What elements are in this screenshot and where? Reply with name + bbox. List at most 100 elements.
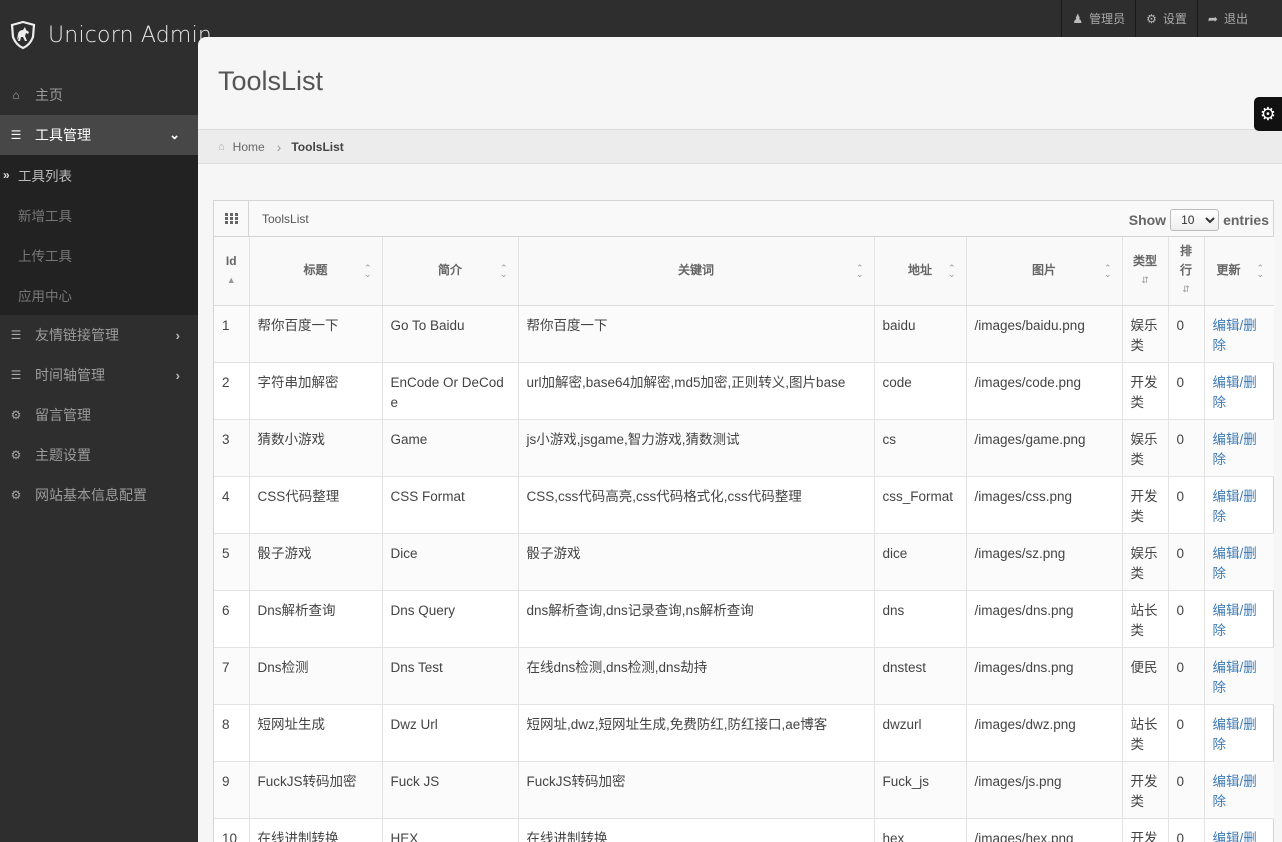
cell-desc: Game	[381, 419, 518, 477]
list-icon: ☰	[10, 128, 22, 142]
column-header-id[interactable]: Id ▲	[214, 237, 249, 306]
edit-delete-link[interactable]: 编辑/删除	[1213, 375, 1257, 410]
cell-rank: 0	[1167, 419, 1204, 477]
page-title: ToolsList	[218, 66, 324, 96]
edit-delete-link[interactable]: 编辑/删除	[1213, 546, 1257, 581]
submenu-item-label: 工具列表	[18, 169, 72, 184]
cell-title: Dns解析查询	[248, 590, 382, 648]
cell-image: /images/css.png	[965, 476, 1122, 534]
list-icon: ☰	[10, 368, 22, 382]
cell-id: 2	[214, 362, 249, 420]
entries-select[interactable]: 10	[1170, 209, 1220, 231]
column-header-update[interactable]: 更新 ⌃ ⌄	[1203, 237, 1274, 306]
edit-delete-link[interactable]: 编辑/删除	[1213, 717, 1257, 752]
submenu-item-app-center[interactable]: 应用中心	[0, 275, 198, 315]
cell-action: 编辑/删除	[1203, 647, 1274, 705]
sidebar-item-theme[interactable]: ⚙ 主题设置	[0, 435, 198, 475]
unicorn-shield-icon	[10, 20, 36, 50]
column-header-image[interactable]: 图片 ⌃ ⌄	[965, 237, 1122, 306]
cell-id: 7	[214, 647, 249, 705]
edit-delete-link[interactable]: 编辑/删除	[1213, 432, 1257, 467]
cell-id: 9	[214, 761, 249, 819]
sidebar-item-tools[interactable]: ☰ 工具管理 ⌄	[0, 115, 198, 155]
cell-addr: dns	[873, 590, 966, 648]
main-content: ToolsList ⚙ ⌂ Home › ToolsList ToolsList	[198, 37, 1282, 842]
cell-rank: 0	[1167, 305, 1204, 363]
cell-rank: 0	[1167, 761, 1204, 819]
cell-type: 便民	[1121, 647, 1168, 705]
submenu-item-add-tool[interactable]: 新增工具	[0, 195, 198, 235]
edit-delete-link[interactable]: 编辑/删除	[1213, 318, 1257, 353]
sidebar-item-messages[interactable]: ⚙ 留言管理	[0, 395, 198, 435]
sidebar-item-home[interactable]: ⌂ 主页	[0, 75, 198, 115]
cell-keywords: 骰子游戏	[517, 533, 874, 591]
submenu-item-label: 上传工具	[18, 249, 72, 264]
cell-rank: 0	[1167, 647, 1204, 705]
sort-icon: ⇵	[1141, 274, 1149, 285]
cell-id: 4	[214, 476, 249, 534]
nav-logout[interactable]: ➦ 退出	[1198, 0, 1282, 37]
column-header-rank[interactable]: 排行 ⇵	[1167, 237, 1204, 306]
cell-title: CSS代码整理	[248, 476, 382, 534]
nav-settings[interactable]: ⚙ 设置	[1136, 0, 1198, 37]
sort-icon: ⌃ ⌄	[1103, 262, 1112, 279]
cell-type: 娱乐类	[1121, 419, 1168, 477]
nav-logout-label: 退出	[1223, 12, 1248, 26]
cell-desc: HEX	[381, 818, 518, 842]
column-header-desc[interactable]: 简介 ⌃ ⌄	[381, 237, 518, 306]
cell-title: 帮你百度一下	[248, 305, 382, 363]
cell-desc: Dwz Url	[381, 704, 518, 762]
top-bar: Unicorn Admin ♟ 管理员 ⚙ 设置 ➦ 退出	[0, 0, 1282, 50]
cell-image: /images/dns.png	[965, 590, 1122, 648]
cell-action: 编辑/删除	[1203, 419, 1274, 477]
edit-delete-link[interactable]: 编辑/删除	[1213, 831, 1257, 842]
cell-image: /images/js.png	[965, 761, 1122, 819]
edit-delete-link[interactable]: 编辑/删除	[1213, 774, 1257, 809]
breadcrumb-home[interactable]: Home	[233, 140, 265, 154]
sort-icon: ⌃ ⌄	[947, 262, 956, 279]
cell-addr: dwzurl	[873, 704, 966, 762]
cell-addr: cs	[873, 419, 966, 477]
cell-type: 开发类	[1121, 476, 1168, 534]
entries-label: entries	[1223, 212, 1269, 228]
submenu-item-upload-tool[interactable]: 上传工具	[0, 235, 198, 275]
sidebar-item-site-config[interactable]: ⚙ 网站基本信息配置	[0, 475, 198, 515]
edit-delete-link[interactable]: 编辑/删除	[1213, 660, 1257, 695]
cell-type: 娱乐类	[1121, 305, 1168, 363]
cell-addr: hex	[873, 818, 966, 842]
style-switcher-button[interactable]: ⚙	[1254, 97, 1282, 131]
column-header-keywords[interactable]: 关键词 ⌃ ⌄	[517, 237, 874, 306]
sort-icon: ⇵	[1182, 284, 1190, 295]
brand[interactable]: Unicorn Admin	[8, 20, 212, 50]
column-header-title[interactable]: 标题 ⌃ ⌄	[248, 237, 382, 306]
sidebar-item-timeline[interactable]: ☰ 时间轴管理 ›	[0, 355, 198, 395]
cell-keywords: 在线进制转换	[517, 818, 874, 842]
edit-delete-link[interactable]: 编辑/删除	[1213, 603, 1257, 638]
cell-rank: 0	[1167, 590, 1204, 648]
chevron-right-icon: ›	[175, 327, 180, 343]
cell-addr: Fuck_js	[873, 761, 966, 819]
submenu-item-tool-list[interactable]: » 工具列表	[0, 155, 198, 195]
cell-action: 编辑/删除	[1203, 305, 1274, 363]
edit-delete-link[interactable]: 编辑/删除	[1213, 489, 1257, 524]
nav-admin[interactable]: ♟ 管理员	[1062, 0, 1137, 37]
column-header-addr[interactable]: 地址 ⌃ ⌄	[873, 237, 966, 306]
cell-desc: Dns Test	[381, 647, 518, 705]
column-label: 关键词	[677, 263, 714, 278]
cell-addr: baidu	[873, 305, 966, 363]
cell-action: 编辑/删除	[1203, 761, 1274, 819]
cell-type: 站长类	[1121, 704, 1168, 762]
cell-addr: dice	[873, 533, 966, 591]
sidebar-item-label: 友情链接管理	[35, 327, 119, 343]
widget-title-text: ToolsList	[262, 211, 309, 226]
cell-keywords: 帮你百度一下	[517, 305, 874, 363]
column-header-type[interactable]: 类型 ⇵	[1121, 237, 1168, 306]
cell-type: 站长类	[1121, 590, 1168, 648]
sort-icon: ⌃ ⌄	[1256, 262, 1264, 279]
table-row: 7 Dns检测 Dns Test 在线dns检测,dns检测,dns劫持 dnstest…	[214, 647, 1274, 705]
column-label: Id	[225, 253, 237, 268]
cell-title: Dns检测	[248, 647, 382, 705]
sidebar-item-friend-links[interactable]: ☰ 友情链接管理 ›	[0, 315, 198, 355]
column-label: 图片	[1031, 263, 1056, 278]
cell-title: 字符串加解密	[248, 362, 382, 420]
